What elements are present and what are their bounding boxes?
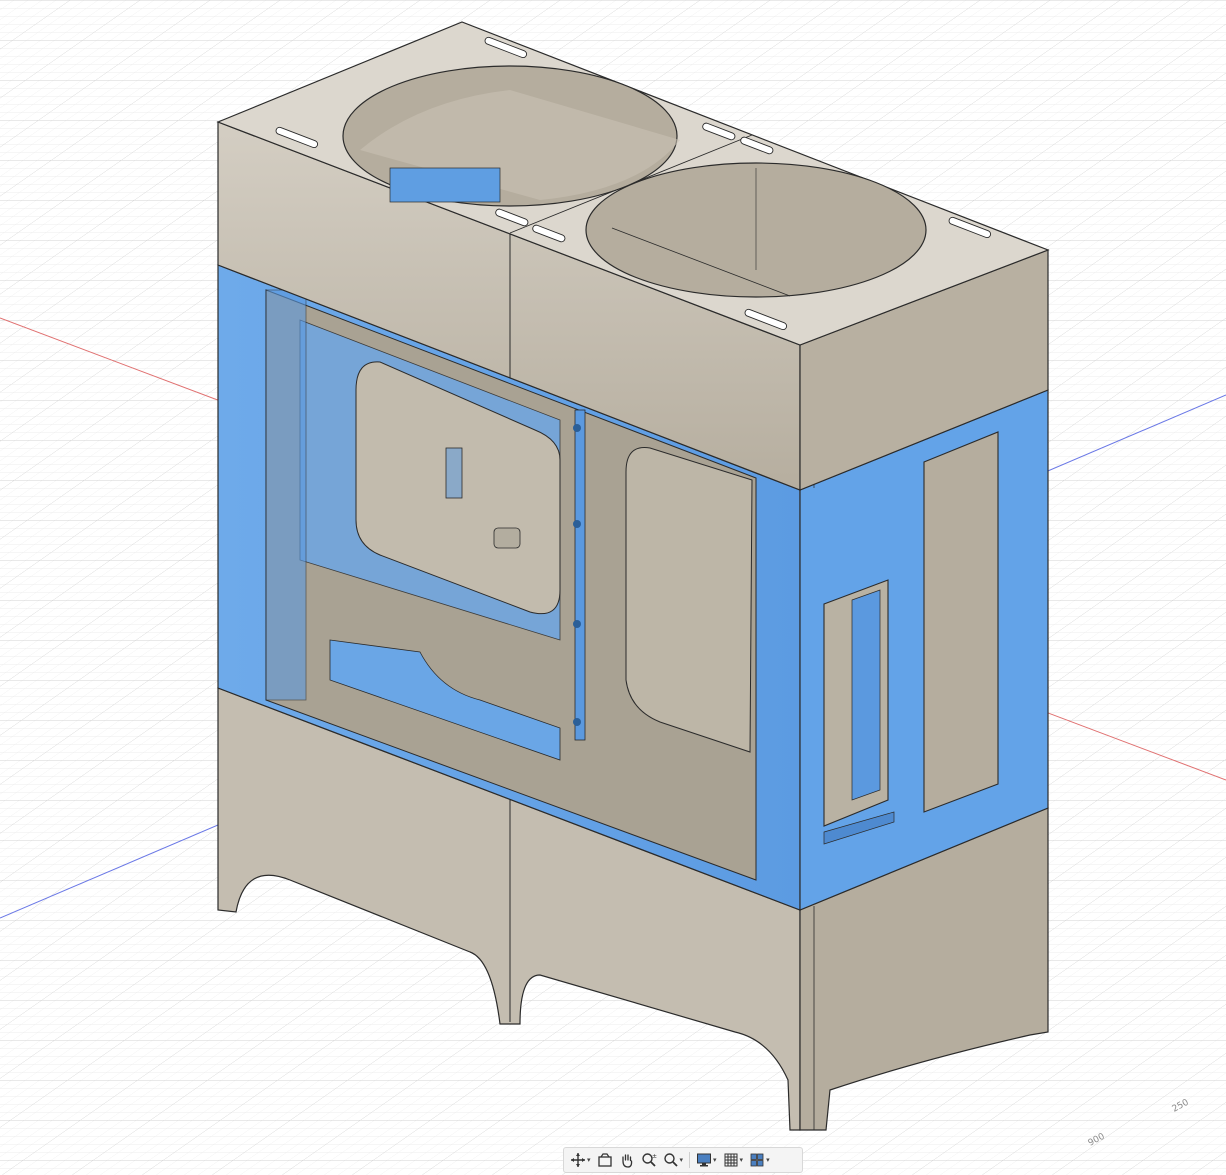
display-monitor-icon: [697, 1153, 712, 1167]
zoom-window-icon: [663, 1153, 678, 1167]
pan-tool[interactable]: [617, 1149, 637, 1171]
display-dropdown-caret[interactable]: ▾: [713, 1156, 717, 1164]
grid-dropdown-caret[interactable]: ▾: [740, 1156, 744, 1164]
look-at-tool[interactable]: [595, 1149, 615, 1171]
orbit-tool[interactable]: ▾: [568, 1149, 593, 1171]
display-settings-tool[interactable]: ▾: [694, 1149, 719, 1171]
hand-pan-icon: [621, 1154, 632, 1168]
svg-text:±: ±: [652, 1153, 657, 1160]
fit-tool[interactable]: ▾: [661, 1149, 686, 1171]
fit-dropdown-caret[interactable]: ▾: [680, 1156, 684, 1164]
navigation-toolbar: ▾ ± ▾ ▾ ▾ ▾: [563, 1147, 803, 1173]
design-canvas[interactable]: 250 900: [0, 0, 1226, 1175]
orbit-dropdown-caret[interactable]: ▾: [587, 1156, 591, 1164]
grid-icon: [724, 1153, 738, 1167]
zoom-tool[interactable]: ±: [639, 1149, 659, 1171]
toolbar-separator: [689, 1152, 691, 1168]
zoom-icon: ±: [641, 1153, 657, 1167]
orbit-icon: [571, 1153, 585, 1167]
viewports-icon: [750, 1153, 764, 1167]
viewports-dropdown-caret[interactable]: ▾: [766, 1156, 770, 1164]
look-at-icon: [597, 1153, 612, 1167]
grid-snaps-tool[interactable]: ▾: [721, 1149, 746, 1171]
viewports-tool[interactable]: ▾: [747, 1149, 772, 1171]
